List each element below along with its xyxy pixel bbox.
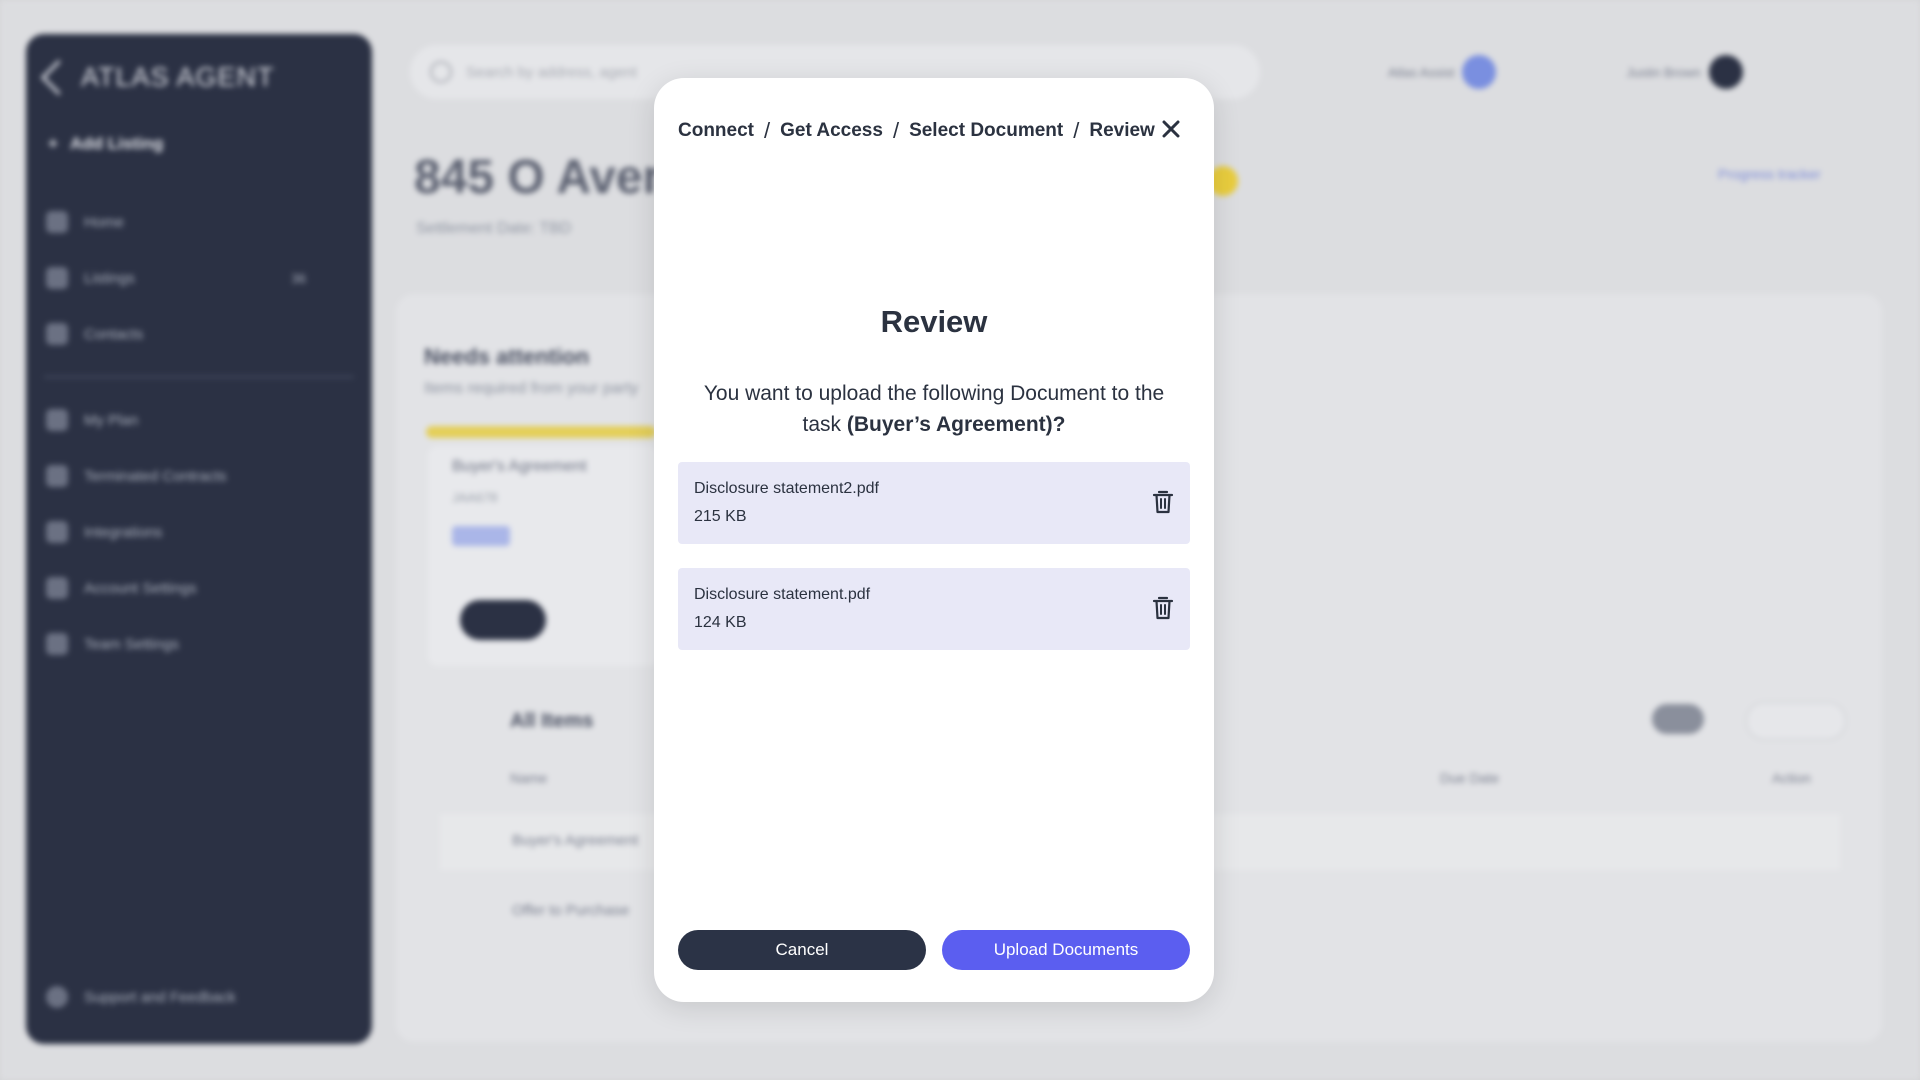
row-name: Buyer's Agreement	[512, 832, 639, 849]
logo-text: ATLAS AGENT	[81, 62, 275, 92]
sidebar-item-listings[interactable]: Listings 36	[44, 250, 354, 306]
task-upload-button[interactable]	[460, 600, 546, 640]
row-name: Offer to Purchase	[512, 902, 630, 919]
sidebar-item-account-settings[interactable]: Account Settings	[44, 560, 354, 616]
sidebar-item-integrations[interactable]: Integrations	[44, 504, 354, 560]
breadcrumb-separator: /	[892, 118, 900, 143]
breadcrumb-select-document[interactable]: Select Document	[909, 120, 1063, 142]
calendar-icon	[46, 465, 68, 487]
user-menu[interactable]: Justin Brown	[1626, 55, 1743, 89]
cancel-button[interactable]: Cancel	[678, 930, 926, 970]
user-name: Justin Brown	[1626, 64, 1701, 80]
help-icon	[46, 986, 68, 1008]
user-avatar	[1708, 55, 1743, 89]
needs-attention-heading: Needs attention	[424, 344, 590, 369]
sidebar-item-label: Contacts	[84, 325, 144, 343]
column-header-action: Action	[1772, 770, 1811, 786]
plan-icon	[46, 409, 68, 431]
breadcrumb: Connect / Get Access / Select Document /…	[678, 118, 1155, 144]
sidebar-item-contacts[interactable]: Contacts	[44, 306, 354, 362]
breadcrumb-review: Review	[1089, 120, 1155, 141]
listings-count: 36	[291, 270, 306, 286]
plus-icon: +	[48, 134, 58, 153]
add-listing-button[interactable]: + Add Listing	[48, 134, 163, 154]
sidebar-item-team-settings[interactable]: Team Settings	[44, 616, 354, 672]
add-item-button[interactable]	[1746, 702, 1846, 740]
all-items-heading: All Items	[510, 710, 594, 732]
search-placeholder: Search by address, agent	[466, 63, 637, 81]
logo: ATLAS AGENT	[40, 59, 275, 96]
review-dialog: Connect / Get Access / Select Document /…	[654, 78, 1214, 1002]
column-header-name: Name	[510, 770, 548, 786]
breadcrumb-get-access[interactable]: Get Access	[780, 120, 883, 142]
search-icon	[430, 61, 452, 83]
breadcrumb-separator: /	[764, 118, 771, 143]
breadcrumb-separator: /	[1073, 118, 1080, 143]
close-button[interactable]	[1156, 114, 1186, 144]
sidebar-nav: Home Listings 36 Contacts My Plan Termina…	[44, 194, 354, 672]
add-listing-label: Add Listing	[69, 134, 164, 153]
file-size: 215 KB	[694, 508, 747, 525]
file-item: Disclosure statement.pdf 124 KB	[678, 568, 1190, 650]
dialog-description: You want to upload the following Documen…	[684, 378, 1184, 440]
agent-switcher[interactable]: Atlas Assist	[1388, 55, 1497, 89]
task-card[interactable]: Buyer's Agreement JAA678	[428, 446, 658, 666]
column-header-due-date: Due Date	[1440, 770, 1500, 786]
view-toggle[interactable]	[1652, 704, 1704, 734]
file-item: Disclosure statement2.pdf 215 KB	[678, 462, 1190, 544]
dialog-title: Review	[880, 304, 988, 339]
home-icon	[46, 211, 68, 233]
trash-icon[interactable]	[1152, 596, 1174, 620]
file-name: Disclosure statement2.pdf	[694, 480, 879, 497]
support-label: Support and Feedback	[84, 988, 236, 1006]
listings-icon	[46, 267, 68, 289]
sidebar-item-label: Account Settings	[84, 579, 197, 597]
agent-avatar	[1462, 55, 1497, 89]
task-id: JAA678	[452, 490, 498, 505]
sidebar-item-label: Integrations	[84, 523, 163, 541]
sidebar-divider	[44, 376, 354, 378]
sidebar-item-my-plan[interactable]: My Plan	[44, 392, 354, 448]
agent-name: Atlas Assist	[1388, 64, 1455, 80]
settlement-date[interactable]: Settlement Date: TBD	[416, 220, 571, 238]
trash-icon[interactable]	[1152, 490, 1174, 514]
progress-tracker-link[interactable]: Progress tracker	[1718, 166, 1821, 182]
sidebar-item-label: Team Settings	[84, 635, 180, 653]
sidebar-item-label: Home	[84, 213, 125, 231]
sidebar-item-label: My Plan	[84, 411, 139, 429]
sidebar-item-label: Terminated Contracts	[84, 467, 227, 485]
gear-icon	[46, 577, 68, 599]
task-name-emphasis: (Buyer’s Agreement)?	[846, 413, 1066, 436]
sidebar-item-label: Listings	[84, 269, 135, 287]
integrations-icon	[46, 521, 68, 543]
file-size: 124 KB	[694, 614, 747, 631]
attention-bar	[426, 426, 656, 438]
task-name: Buyer's Agreement	[452, 458, 587, 475]
upload-documents-button[interactable]: Upload Documents	[942, 930, 1190, 970]
sidebar-item-terminated[interactable]: Terminated Contracts	[44, 448, 354, 504]
contacts-icon	[46, 323, 68, 345]
status-badge	[452, 526, 510, 546]
sidebar: ATLAS AGENT + Add Listing Home Listings 3…	[26, 34, 372, 1044]
support-link[interactable]: Support and Feedback	[46, 986, 236, 1008]
team-gear-icon	[46, 633, 68, 655]
needs-attention-subtitle: Items required from your party	[424, 380, 639, 397]
logo-icon	[40, 59, 77, 96]
breadcrumb-connect[interactable]: Connect	[678, 120, 754, 142]
file-name: Disclosure statement.pdf	[694, 586, 871, 603]
close-icon	[1162, 120, 1180, 138]
sidebar-item-home[interactable]: Home	[44, 194, 354, 250]
